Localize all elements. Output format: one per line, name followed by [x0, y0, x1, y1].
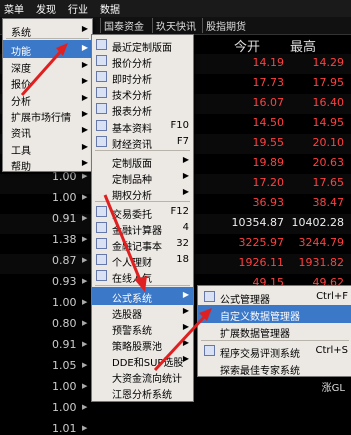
arrow-2-head [134, 276, 147, 292]
arrow-1 [20, 49, 64, 96]
left-value: 1.01 [52, 422, 77, 435]
triangle-icon: ▶ [82, 424, 88, 432]
arrow-2 [103, 194, 142, 281]
arrow-3 [153, 314, 207, 372]
triangle-icon: ▶ [82, 403, 88, 411]
watermark: 涨GL [321, 383, 345, 394]
left-value: 1.00 [52, 401, 77, 414]
annotation-arrows [20, 43, 212, 372]
